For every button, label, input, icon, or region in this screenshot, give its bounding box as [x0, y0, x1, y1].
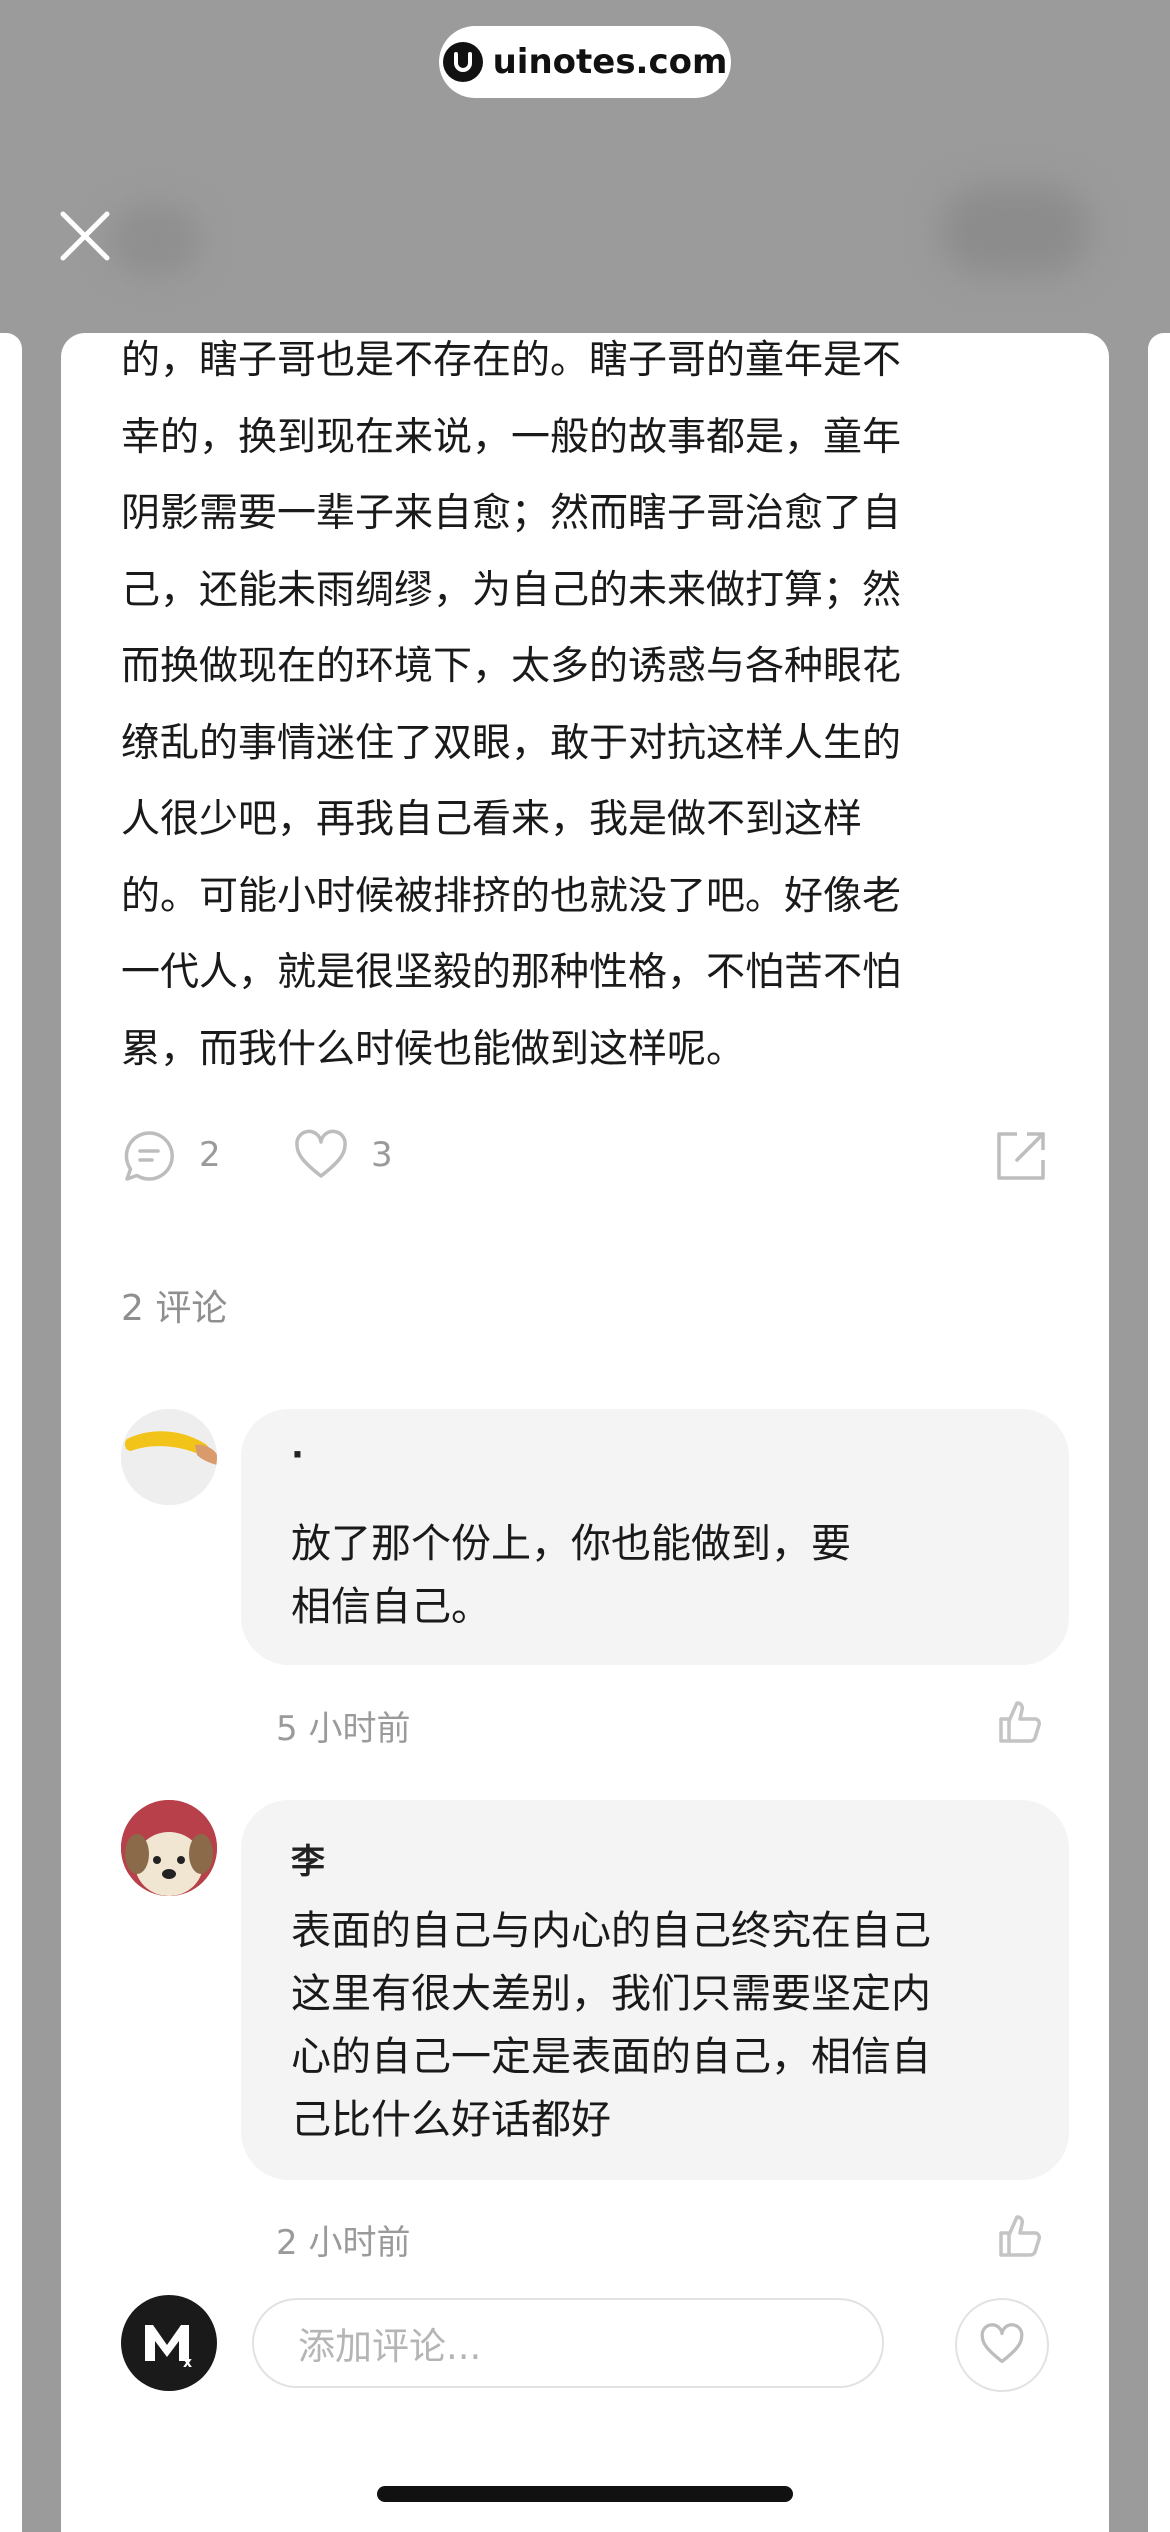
- previous-card-edge[interactable]: [0, 333, 22, 2532]
- blurred-header-left: [110, 205, 200, 275]
- m-logo-icon: x: [145, 2325, 192, 2371]
- comment-input[interactable]: 添加评论...: [252, 2298, 884, 2388]
- composer-like-button[interactable]: [955, 2298, 1049, 2392]
- comment-input-placeholder: 添加评论...: [298, 2325, 482, 2368]
- home-indicator[interactable]: [377, 2486, 793, 2502]
- thumbs-up-icon: [999, 2215, 1041, 2257]
- post-action-bar: 2 3: [121, 1123, 1049, 1193]
- thumbs-up-icon: [999, 1701, 1041, 1743]
- next-card-edge[interactable]: [1148, 333, 1170, 2532]
- comment-count: 2: [199, 1135, 221, 1175]
- comment-like-button[interactable]: [997, 2213, 1043, 2263]
- watermark-badge: uinotes.com: [439, 26, 731, 98]
- heart-icon: [295, 1129, 347, 1178]
- like-button[interactable]: [293, 1128, 349, 1188]
- post-body: 的，瞎子哥也是不存在的。瞎子哥的童年是不 幸的，换到现在来说，一般的故事都是，童…: [121, 338, 902, 1072]
- uinotes-logo-icon: [442, 42, 483, 82]
- close-button[interactable]: [55, 206, 115, 266]
- current-user-avatar: x: [121, 2295, 217, 2391]
- like-count: 3: [371, 1135, 393, 1175]
- close-icon: [60, 211, 110, 261]
- comment-author: ·: [291, 1435, 304, 1475]
- comment-like-button[interactable]: [997, 1699, 1043, 1749]
- post-card: 的，瞎子哥也是不存在的。瞎子哥的童年是不 幸的，换到现在来说，一般的故事都是，童…: [61, 333, 1109, 2532]
- comment-bubble: 李 表面的自己与内心的自己终究在自己 这里有很大差别，我们只需要坚定内 心的自己…: [241, 1800, 1069, 2180]
- avatar[interactable]: [121, 1409, 217, 1505]
- svg-text:x: x: [183, 2355, 192, 2371]
- comment-text: 放了那个份上，你也能做到，要 相信自己。: [291, 1521, 851, 1630]
- heart-icon: [980, 2323, 1024, 2364]
- comment-button[interactable]: [121, 1128, 177, 1188]
- comments-heading: 2 评论: [121, 1288, 228, 1329]
- watermark-text: uinotes.com: [492, 42, 728, 82]
- blurred-header-right: [940, 185, 1090, 275]
- banana-avatar-image: [121, 1409, 217, 1505]
- share-button[interactable]: [993, 1128, 1049, 1188]
- comment-icon: [124, 1131, 174, 1181]
- comment-text: 表面的自己与内心的自己终究在自己 这里有很大差别，我们只需要坚定内 心的自己一定…: [291, 1908, 931, 2143]
- comment-time: 5 小时前: [276, 1709, 411, 1749]
- dog-avatar-image: [121, 1800, 217, 1896]
- comment-author: 李: [291, 1842, 325, 1882]
- comment-time: 2 小时前: [276, 2223, 411, 2263]
- share-icon: [997, 1132, 1045, 1180]
- comment-bubble: · 放了那个份上，你也能做到，要 相信自己。: [241, 1409, 1069, 1665]
- avatar[interactable]: [121, 1800, 217, 1896]
